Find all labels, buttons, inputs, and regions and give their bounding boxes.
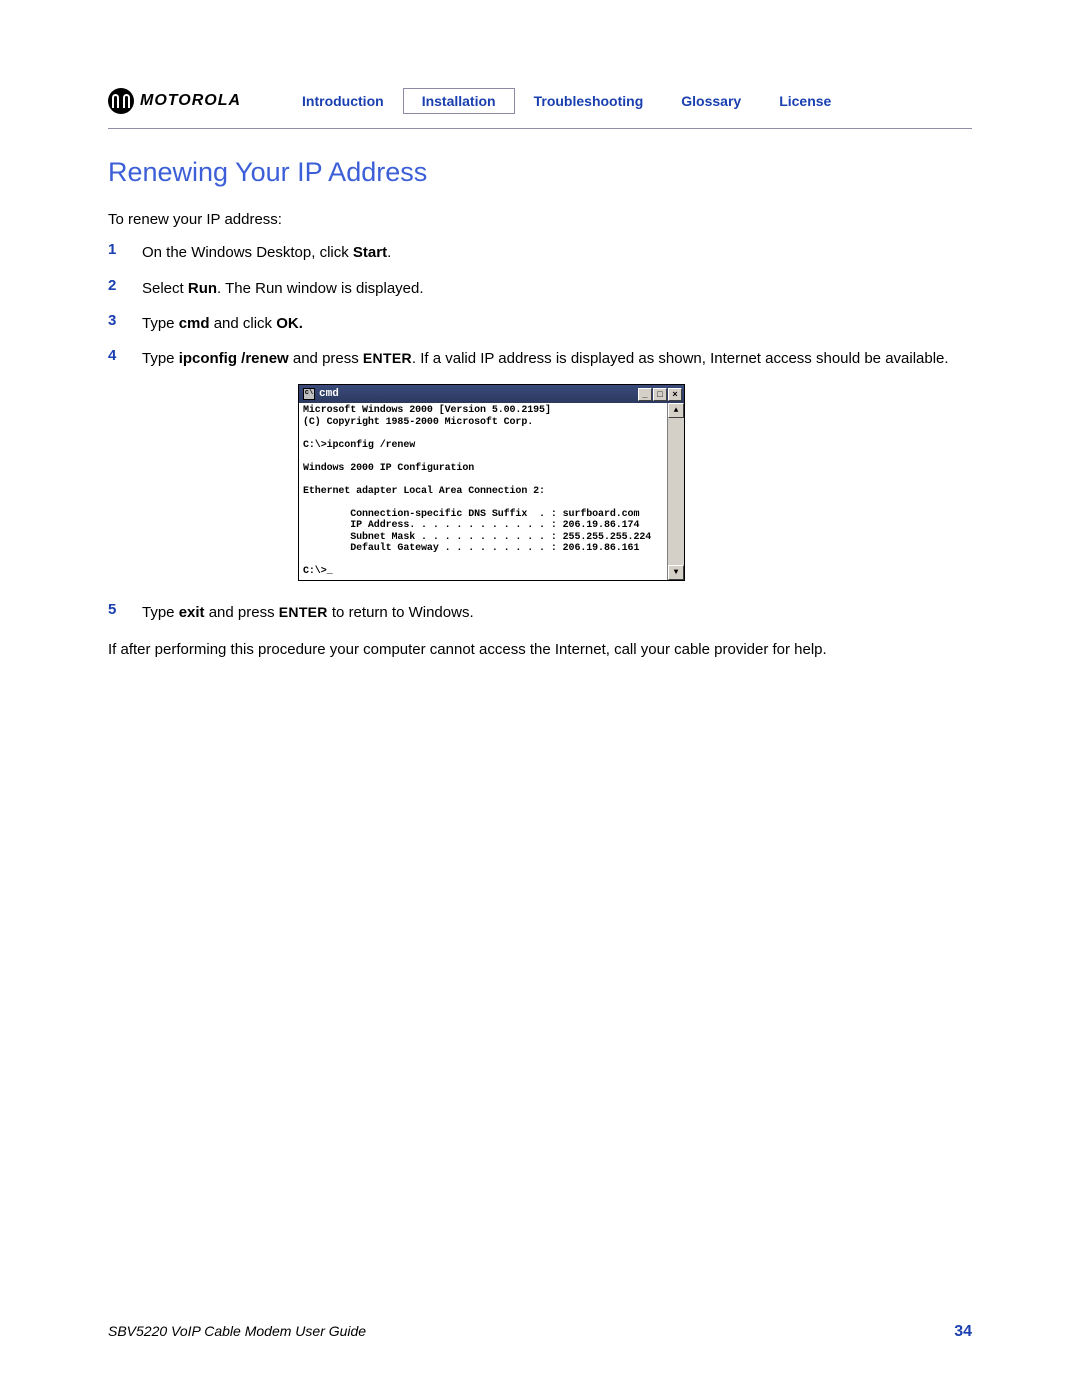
text: Type [142, 604, 179, 621]
bold: Start [353, 244, 387, 261]
step-2: Select Run. The Run window is displayed. [142, 277, 972, 300]
step-number: 4 [108, 347, 132, 589]
motorola-batwing-icon [108, 88, 134, 114]
step-number: 2 [108, 277, 132, 300]
text: and press [289, 350, 363, 367]
text: to return to Windows. [328, 604, 474, 621]
text: and click [210, 315, 277, 332]
close-button[interactable]: × [668, 388, 682, 401]
text: . If a valid IP address is displayed as … [412, 350, 949, 367]
intro-text: To renew your IP address: [108, 208, 972, 231]
nav-glossary[interactable]: Glossary [662, 88, 760, 114]
bold: OK. [276, 315, 303, 332]
text: . The Run window is displayed. [217, 280, 424, 297]
maximize-button[interactable]: □ [653, 388, 667, 401]
brand-name: MOTOROLA [140, 92, 241, 110]
text: and press [205, 604, 279, 621]
nav-license[interactable]: License [760, 88, 850, 114]
key-enter: ENTER [363, 350, 412, 366]
page-header: MOTOROLA Introduction Installation Troub… [108, 88, 972, 128]
nav-introduction[interactable]: Introduction [283, 88, 403, 114]
closing-text: If after performing this procedure your … [108, 638, 972, 661]
page-footer: SBV5220 VoIP Cable Modem User Guide 34 [108, 1323, 972, 1341]
footer-page-number: 34 [954, 1323, 972, 1341]
step-number: 1 [108, 241, 132, 264]
minimize-button[interactable]: _ [638, 388, 652, 401]
cmd-icon: c\ [303, 388, 315, 400]
bold: ipconfig /renew [179, 350, 289, 367]
page-title: Renewing Your IP Address [108, 157, 972, 188]
cmd-title: cmd [319, 386, 339, 403]
cmd-window: c\ cmd _ □ × Microsoft Windows 2000 [Ver… [298, 384, 685, 581]
brand-logo: MOTOROLA [108, 88, 241, 114]
text: Select [142, 280, 188, 297]
top-nav: Introduction Installation Troubleshootin… [283, 88, 850, 114]
text: On the Windows Desktop, click [142, 244, 353, 261]
text: Type [142, 315, 179, 332]
scrollbar[interactable]: ▲ ▼ [667, 403, 684, 580]
text: . [387, 244, 391, 261]
step-3: Type cmd and click OK. [142, 312, 972, 335]
scroll-down-icon[interactable]: ▼ [668, 565, 684, 580]
bold: cmd [179, 315, 210, 332]
steps-list: 1 On the Windows Desktop, click Start. 2… [108, 241, 972, 624]
nav-installation[interactable]: Installation [403, 88, 515, 114]
header-divider [108, 128, 972, 129]
text: Type [142, 350, 179, 367]
bold: exit [179, 604, 205, 621]
step-4: Type ipconfig /renew and press ENTER. If… [142, 347, 972, 589]
step-5: Type exit and press ENTER to return to W… [142, 601, 972, 624]
step-number: 5 [108, 601, 132, 624]
bold: Run [188, 280, 217, 297]
nav-troubleshooting[interactable]: Troubleshooting [515, 88, 663, 114]
cmd-titlebar: c\ cmd _ □ × [299, 385, 684, 403]
cmd-output: Microsoft Windows 2000 [Version 5.00.219… [299, 403, 667, 580]
step-number: 3 [108, 312, 132, 335]
key-enter: ENTER [279, 604, 328, 620]
window-buttons: _ □ × [638, 388, 682, 401]
footer-guide-title: SBV5220 VoIP Cable Modem User Guide [108, 1323, 366, 1339]
scroll-up-icon[interactable]: ▲ [668, 403, 684, 418]
step-1: On the Windows Desktop, click Start. [142, 241, 972, 264]
